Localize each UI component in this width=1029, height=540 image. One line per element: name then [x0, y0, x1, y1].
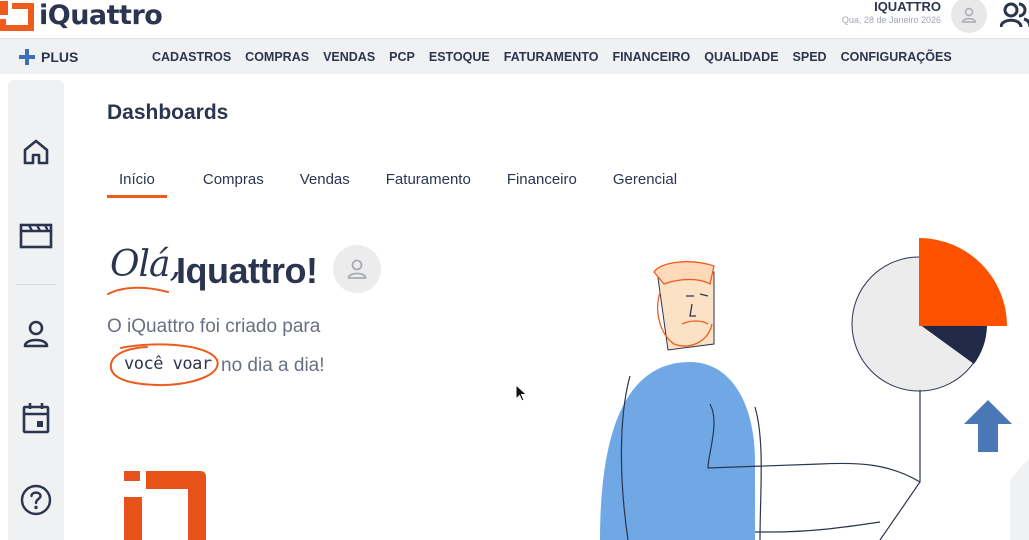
users-icon[interactable] [1000, 2, 1029, 28]
tab-faturamento[interactable]: Faturamento [386, 171, 471, 199]
welcome-illustration [600, 238, 1029, 540]
user-icon [961, 7, 977, 23]
tab-gerencial[interactable]: Gerencial [613, 171, 677, 199]
tab-inicio[interactable]: Início [107, 171, 167, 199]
menu-estoque[interactable]: ESTOQUE [429, 50, 490, 64]
sidebar-item-home[interactable] [18, 134, 54, 170]
brand-logo[interactable]: iQuattro [0, 0, 163, 32]
calendar-icon [22, 403, 50, 434]
user-icon [23, 320, 49, 348]
menu-configuracoes[interactable]: CONFIGURAÇÕES [841, 50, 952, 64]
sidebar-divider [16, 284, 56, 285]
hello-underline [107, 286, 169, 295]
sidebar-item-media[interactable] [18, 218, 54, 254]
tagline-line-1: O iQuattro foi criado para [107, 316, 321, 337]
help-icon [20, 484, 52, 516]
menu-compras[interactable]: COMPRAS [245, 50, 309, 64]
tagline-highlight: você voar [124, 354, 212, 374]
mouse-cursor-icon [515, 384, 528, 402]
home-icon [23, 139, 49, 165]
sidebar-item-calendar[interactable] [18, 400, 54, 436]
greeting-hello: Olá, [110, 244, 181, 285]
brand-name: iQuattro [39, 0, 163, 31]
sidebar-item-help[interactable] [18, 482, 54, 518]
menu-faturamento[interactable]: FATURAMENTO [504, 50, 599, 64]
tab-compras[interactable]: Compras [203, 171, 264, 199]
menu-cadastros[interactable]: CADASTROS [152, 50, 231, 64]
menu-vendas[interactable]: VENDAS [323, 50, 375, 64]
tagline-line-2: no dia a dia! [221, 355, 325, 376]
left-sidebar [8, 80, 64, 540]
page-title: Dashboards [107, 101, 229, 124]
user-avatar[interactable] [951, 0, 987, 33]
plus-label: PLUS [41, 49, 79, 65]
tab-vendas[interactable]: Vendas [300, 171, 350, 199]
menu-qualidade[interactable]: QUALIDADE [704, 50, 778, 64]
dashboard-tabs: Início Compras Vendas Faturamento Financ… [107, 171, 713, 199]
user-icon [347, 259, 367, 279]
menu-sped[interactable]: SPED [793, 50, 827, 64]
sidebar-item-profile[interactable] [18, 316, 54, 352]
user-info: IQUATTRO Qua, 28 de Janeiro 2026 [842, 0, 941, 26]
clapperboard-icon [19, 223, 53, 249]
greeting-name: Iquattro! [176, 250, 318, 291]
module-menu: CADASTROS COMPRAS VENDAS PCP ESTOQUE FAT… [152, 39, 966, 75]
user-name: IQUATTRO [874, 0, 941, 14]
top-header: iQuattro IQUATTRO Qua, 28 de Janeiro 202… [0, 0, 1029, 38]
tab-financeiro[interactable]: Financeiro [507, 171, 577, 199]
greeting-avatar[interactable] [333, 245, 381, 293]
plus-icon [18, 48, 36, 66]
menu-pcp[interactable]: PCP [389, 50, 415, 64]
iquattro-logo-icon [124, 471, 206, 540]
iquattro-logo-icon [0, 1, 34, 31]
menu-financeiro[interactable]: FINANCEIRO [612, 50, 690, 64]
plus-button[interactable]: PLUS [18, 39, 78, 75]
current-date: Qua, 28 de Janeiro 2026 [841, 15, 941, 25]
main-navbar: PLUS CADASTROS COMPRAS VENDAS PCP ESTOQU… [0, 38, 1029, 74]
